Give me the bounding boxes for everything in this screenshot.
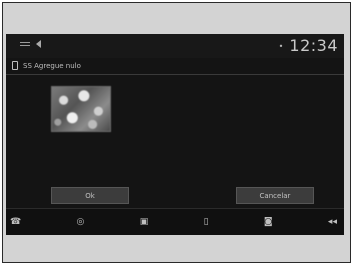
device-icon: ▯ — [203, 216, 209, 227]
settings-icon: ◙ — [263, 216, 273, 227]
clock: 12:34 — [289, 36, 338, 55]
status-bar: • 12:34 — [6, 34, 344, 58]
ok-button[interactable]: Ok — [51, 187, 129, 204]
image-thumbnail[interactable] — [51, 86, 111, 132]
status-right: • 12:34 — [279, 37, 338, 55]
title-row: SS Agregue nulo — [11, 61, 81, 71]
nav-item-back[interactable]: ◂◂ — [327, 216, 340, 227]
cancel-button[interactable]: Cancelar — [236, 187, 314, 204]
phone-handset-icon: ☎ — [10, 216, 22, 227]
menu-bars-icon — [20, 41, 30, 48]
status-left — [14, 40, 41, 48]
nav-item-device[interactable]: ▯ — [203, 216, 212, 227]
infotainment-screen: • 12:34 SS Agregue nulo Ok Cancelar ☎ ◎ … — [6, 34, 344, 235]
back-icon: ◂◂ — [327, 216, 337, 227]
bluetooth-indicator-icon: • — [278, 41, 284, 51]
bottom-nav-bar: ☎ ◎ ▣ ▯ ◙ ◂◂ — [6, 208, 344, 235]
media-icon: ▣ — [139, 216, 149, 227]
nav-item-settings[interactable]: ◙ — [263, 216, 276, 227]
nav-item-audio[interactable]: ◎ — [76, 216, 88, 227]
title-divider — [6, 74, 344, 75]
audio-icon: ◎ — [76, 216, 85, 227]
nav-item-media[interactable]: ▣ — [139, 216, 152, 227]
phone-icon — [11, 61, 19, 71]
outer-frame: • 12:34 SS Agregue nulo Ok Cancelar ☎ ◎ … — [2, 2, 351, 263]
page-title: SS Agregue nulo — [23, 62, 81, 70]
nav-item-phone[interactable]: ☎ — [10, 216, 24, 227]
speaker-icon — [36, 40, 41, 48]
